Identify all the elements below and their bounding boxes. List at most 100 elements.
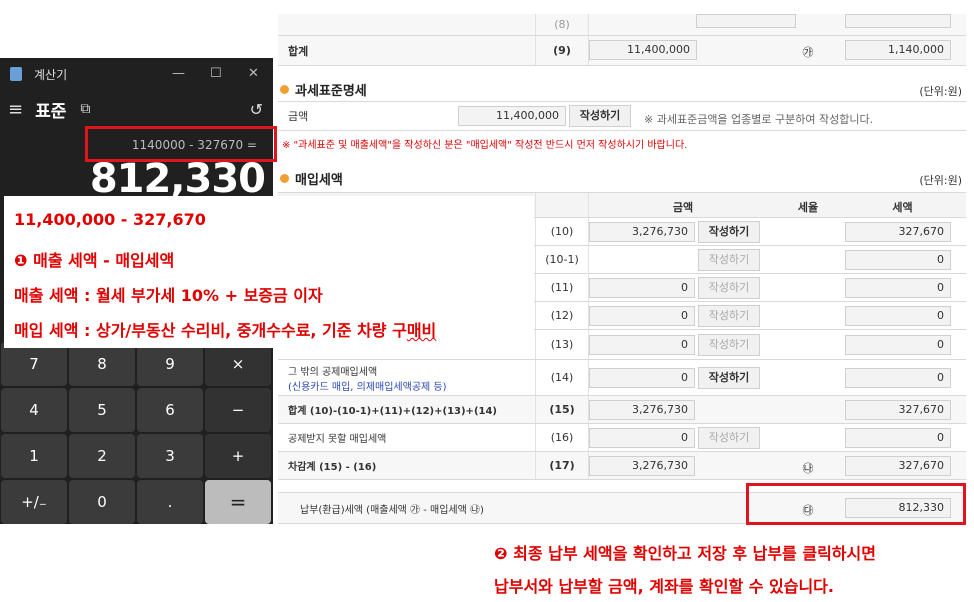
bottom-annotation-line-1: ❷ 최종 납부 세액을 확인하고 저장 후 납부를 클릭하시면	[494, 544, 876, 563]
key-decimal[interactable]: .	[137, 480, 203, 524]
purchase-sum-row: 합계 (10)-(10-1)+(11)+(12)+(13)+(14) (15) …	[278, 396, 966, 424]
tax-base-section-title: 과세표준명세	[280, 80, 367, 99]
row-label: 차감계 (15) - (16)	[288, 462, 377, 473]
key-5[interactable]: 5	[69, 388, 135, 432]
tax-base-amount-field[interactable]: 11,400,000	[458, 106, 566, 126]
annotation-line-3: 매출 세액 : 월세 부가세 10% + 보증금 이자	[14, 286, 323, 305]
nondeductible-write-button-disabled[interactable]: 작성하기	[698, 427, 760, 449]
form-row-partial: (8)	[278, 14, 966, 36]
tax-base-note: ※ 과세표준금액을 업종별로 구분하여 작성합니다.	[644, 113, 874, 126]
purchase-amount-field[interactable]: 0	[589, 278, 695, 298]
tax-field[interactable]	[845, 14, 951, 28]
key-8[interactable]: 8	[69, 342, 135, 386]
row-number: (10-1)	[535, 246, 589, 273]
tax-base-write-button[interactable]: 작성하기	[569, 105, 631, 127]
row-number: (8)	[535, 14, 589, 35]
tax-base-row: 금액 11,400,000 작성하기 ※ 과세표준금액을 업종별로 구분하여 작…	[278, 101, 966, 131]
purchase-tax-section-title: 매입세액	[280, 169, 343, 188]
row-label: 공제받지 못할 매입세액	[288, 434, 387, 445]
minimize-icon[interactable]: —	[172, 66, 185, 81]
other-deduction-row: 그 밖의 공제매입세액 (신용카드 매입, 의제매입세액공제 등) (14) 0…	[278, 360, 966, 396]
purchase-write-button[interactable]: 작성하기	[698, 221, 760, 243]
row-number: (17)	[535, 452, 589, 479]
calculator-title: 계산기	[34, 67, 68, 82]
purchase-amount-field[interactable]: 0	[589, 335, 695, 355]
purchase-write-button-disabled[interactable]: 작성하기	[698, 249, 760, 271]
header-blank	[535, 193, 589, 217]
key-add[interactable]: +	[205, 434, 271, 478]
row-number: (16)	[535, 424, 589, 451]
purchase-tax-field[interactable]: 0	[845, 306, 951, 326]
section-bullet-icon	[280, 174, 289, 183]
sales-tax-total-field[interactable]: 1,140,000	[845, 40, 951, 60]
key-negate[interactable]: +/₋	[1, 480, 67, 524]
highlight-expression-box	[85, 126, 277, 162]
menu-icon[interactable]: ≡	[8, 99, 23, 120]
purchase-write-button-disabled[interactable]: 작성하기	[698, 277, 760, 299]
header-tax: 세액	[892, 201, 913, 214]
row-label: 납부(환급)세액 (매출세액 ㉮ - 매입세액 ㉯)	[300, 504, 484, 516]
row-sublabel: (신용카드 매입, 의제매입세액공제 등)	[288, 382, 447, 393]
row-number: (10)	[535, 218, 589, 245]
bottom-annotation-line-2: 납부서와 납부할 금액, 계좌를 확인할 수 있습니다.	[494, 577, 834, 596]
purchase-sum-tax-field[interactable]: 327,670	[845, 400, 951, 420]
unit-label: (단위:원)	[919, 85, 962, 98]
purchase-tax-field[interactable]: 0	[845, 368, 951, 388]
purchase-write-button-disabled[interactable]: 작성하기	[698, 305, 760, 327]
purchase-tax-field[interactable]: 0	[845, 278, 951, 298]
row-number: (11)	[535, 274, 589, 301]
circle-mark: ㉯	[802, 462, 814, 475]
close-icon[interactable]: ✕	[248, 66, 259, 81]
section-bullet-icon	[280, 85, 289, 94]
purchase-tax-field[interactable]: 0	[845, 250, 951, 270]
key-1[interactable]: 1	[1, 434, 67, 478]
net-tax-field[interactable]: 327,670	[845, 456, 951, 476]
purchase-amount-field[interactable]: 0	[589, 306, 695, 326]
key-6[interactable]: 6	[137, 388, 203, 432]
history-icon[interactable]: ↺	[250, 100, 263, 119]
key-multiply[interactable]: ×	[205, 342, 271, 386]
purchase-tax-field[interactable]: 327,670	[845, 222, 951, 242]
purchase-amount-field[interactable]: 3,276,730	[589, 222, 695, 242]
row-label: 금액	[288, 110, 309, 123]
highlight-payment-box	[746, 483, 966, 525]
amount-field[interactable]	[696, 14, 796, 28]
key-0[interactable]: 0	[69, 480, 135, 524]
purchase-write-button[interactable]: 작성하기	[698, 367, 760, 389]
row-number: (15)	[535, 396, 589, 423]
warning-text: ※ "과세표준 및 매출세액"을 작성하신 분은 "매입세액" 작성전 반드시 …	[282, 140, 688, 151]
purchase-write-button-disabled[interactable]: 작성하기	[698, 334, 760, 356]
row-label: 합계 (10)-(10-1)+(11)+(12)+(13)+(14)	[288, 406, 497, 417]
purchase-sum-amount-field[interactable]: 3,276,730	[589, 400, 695, 420]
header-amount: 금액	[672, 201, 694, 214]
unit-label: (단위:원)	[919, 174, 962, 187]
row-number: (12)	[535, 302, 589, 329]
nondeductible-amount-field[interactable]: 0	[589, 428, 695, 448]
row-number: (13)	[535, 330, 589, 359]
header-rate: 세율	[797, 201, 819, 214]
nondeductible-tax-field[interactable]: 0	[845, 428, 951, 448]
key-2[interactable]: 2	[69, 434, 135, 478]
calculator-titlebar[interactable]: 계산기 — ☐ ✕	[0, 58, 273, 90]
key-9[interactable]: 9	[137, 342, 203, 386]
key-equals[interactable]: =	[205, 480, 271, 524]
key-3[interactable]: 3	[137, 434, 203, 478]
annotation-line-2: ❶ 매출 세액 - 매입세액	[14, 251, 175, 270]
purchase-amount-field[interactable]: 0	[589, 368, 695, 388]
key-4[interactable]: 4	[1, 388, 67, 432]
annotation-note: 11,400,000 - 327,670 ❶ 매출 세액 - 매입세액 매출 세…	[4, 196, 534, 348]
maximize-icon[interactable]: ☐	[210, 66, 222, 81]
sales-total-amount-field[interactable]: 11,400,000	[589, 40, 697, 60]
nondeductible-row: 공제받지 못할 매입세액 (16) 0 작성하기 0	[278, 424, 966, 452]
circle-mark: ㉮	[802, 46, 814, 59]
calculator-modebar: ≡ 표준 ⧉ ↺	[0, 90, 273, 128]
sales-total-row: 합계 (9) 11,400,000 ㉮ 1,140,000	[278, 36, 966, 66]
keep-on-top-icon[interactable]: ⧉	[80, 101, 90, 117]
calculator-app-icon	[10, 67, 22, 81]
row-label: 합계	[288, 44, 309, 58]
key-7[interactable]: 7	[1, 342, 67, 386]
net-purchase-row: 차감계 (15) - (16) (17) 3,276,730 ㉯ 327,670	[278, 452, 966, 480]
net-amount-field[interactable]: 3,276,730	[589, 456, 695, 476]
key-subtract[interactable]: −	[205, 388, 271, 432]
purchase-tax-field[interactable]: 0	[845, 335, 951, 355]
